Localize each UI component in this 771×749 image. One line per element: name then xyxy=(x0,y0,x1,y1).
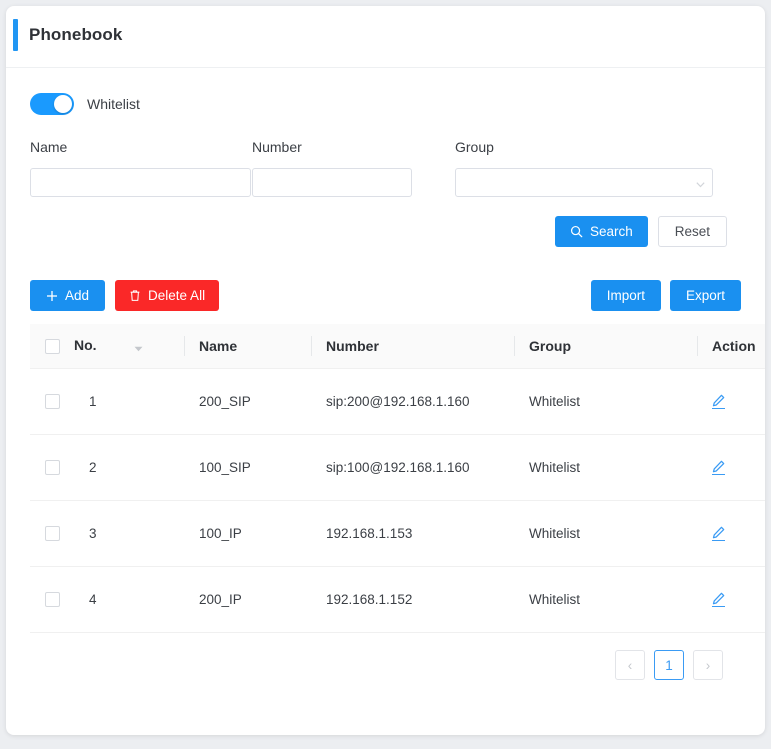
row-action-cell xyxy=(697,566,765,633)
phonebook-card: Phonebook Whitelist Name Number Group Se… xyxy=(6,6,765,735)
table-toolbar: Add Delete All Import Export xyxy=(26,280,745,311)
column-header-no[interactable]: No. xyxy=(74,324,184,369)
group-select[interactable] xyxy=(455,168,713,197)
edit-icon[interactable] xyxy=(712,394,725,409)
number-field-group: Number xyxy=(252,139,455,197)
column-header-name: Name xyxy=(184,324,311,369)
row-no: 1 xyxy=(74,368,184,435)
reset-button-label: Reset xyxy=(674,224,710,239)
row-select-cell xyxy=(30,500,74,567)
search-button-label: Search xyxy=(589,224,633,239)
export-button-label: Export xyxy=(685,288,725,303)
add-button[interactable]: Add xyxy=(30,280,106,311)
row-action-cell xyxy=(697,368,765,435)
reset-button[interactable]: Reset xyxy=(657,216,727,247)
delete-all-button[interactable]: Delete All xyxy=(115,280,220,311)
pagination-page-1[interactable]: 1 xyxy=(654,650,684,680)
card-body: Whitelist Name Number Group Search Reset… xyxy=(6,68,765,680)
pagination-prev[interactable]: ‹ xyxy=(615,650,645,680)
group-select-wrap xyxy=(455,168,713,197)
row-name: 200_SIP xyxy=(184,368,311,435)
toggle-knob xyxy=(54,95,72,113)
plus-icon xyxy=(46,290,58,302)
search-actions: Search Reset xyxy=(26,216,745,247)
search-button[interactable]: Search xyxy=(554,216,648,247)
name-input[interactable] xyxy=(30,168,251,197)
page-title: Phonebook xyxy=(29,25,123,44)
export-button[interactable]: Export xyxy=(669,280,741,311)
number-label: Number xyxy=(252,139,302,155)
column-header-no-label: No. xyxy=(74,337,97,354)
search-form: Name Number Group xyxy=(26,139,745,197)
name-label: Name xyxy=(30,139,68,155)
edit-icon[interactable] xyxy=(712,526,725,541)
row-name: 100_IP xyxy=(184,500,311,567)
name-field-group: Name xyxy=(30,139,252,197)
row-number: 192.168.1.153 xyxy=(311,500,514,567)
column-header-group: Group xyxy=(514,324,697,369)
row-name: 200_IP xyxy=(184,566,311,633)
phonebook-table: No. Name Number Group Action 1 200_SIP s… xyxy=(26,324,765,633)
accent-bar xyxy=(13,19,18,51)
column-header-action-label: Action xyxy=(712,338,756,354)
row-checkbox[interactable] xyxy=(45,460,60,475)
import-button[interactable]: Import xyxy=(590,280,661,311)
row-no: 4 xyxy=(74,566,184,633)
pagination: ‹ 1 › xyxy=(26,650,745,680)
edit-icon[interactable] xyxy=(712,460,725,475)
sort-descending-icon[interactable] xyxy=(134,339,143,355)
row-group: Whitelist xyxy=(514,500,697,567)
row-name: 100_SIP xyxy=(184,434,311,501)
select-all-header xyxy=(30,324,74,369)
toolbar-right-group: Import Export xyxy=(582,280,741,311)
whitelist-toggle-row: Whitelist xyxy=(26,68,745,115)
whitelist-toggle[interactable] xyxy=(30,93,74,115)
delete-all-button-label: Delete All xyxy=(148,288,206,303)
pagination-next[interactable]: › xyxy=(693,650,723,680)
column-header-name-label: Name xyxy=(199,338,238,354)
row-action-cell xyxy=(697,434,765,501)
column-header-group-label: Group xyxy=(529,338,571,354)
table-row[interactable]: 3 100_IP 192.168.1.153 Whitelist xyxy=(30,500,765,567)
table-row[interactable]: 4 200_IP 192.168.1.152 Whitelist xyxy=(30,566,765,633)
row-number: sip:200@192.168.1.160 xyxy=(311,368,514,435)
column-header-number-label: Number xyxy=(326,338,379,354)
row-select-cell xyxy=(30,566,74,633)
row-group: Whitelist xyxy=(514,566,697,633)
table-row[interactable]: 2 100_SIP sip:100@192.168.1.160 Whitelis… xyxy=(30,434,765,501)
column-header-action: Action xyxy=(697,324,765,369)
number-input[interactable] xyxy=(252,168,412,197)
import-button-label: Import xyxy=(606,288,645,303)
row-group: Whitelist xyxy=(514,368,697,435)
card-header: Phonebook xyxy=(6,6,765,68)
row-checkbox[interactable] xyxy=(45,526,60,541)
whitelist-toggle-label: Whitelist xyxy=(87,96,140,112)
column-header-number: Number xyxy=(311,324,514,369)
group-field-group: Group xyxy=(455,139,713,197)
table-body: 1 200_SIP sip:200@192.168.1.160 Whitelis… xyxy=(30,368,765,633)
row-action-cell xyxy=(697,500,765,567)
row-checkbox[interactable] xyxy=(45,592,60,607)
trash-icon xyxy=(129,289,141,302)
row-no: 2 xyxy=(74,434,184,501)
search-icon xyxy=(570,225,583,238)
table-header-row: No. Name Number Group Action xyxy=(30,324,765,369)
group-label: Group xyxy=(455,139,494,155)
row-number: 192.168.1.152 xyxy=(311,566,514,633)
row-select-cell xyxy=(30,434,74,501)
table-head: No. Name Number Group Action xyxy=(30,324,765,369)
select-all-checkbox[interactable] xyxy=(45,338,60,354)
row-number: sip:100@192.168.1.160 xyxy=(311,434,514,501)
row-select-cell xyxy=(30,368,74,435)
row-group: Whitelist xyxy=(514,434,697,501)
table-row[interactable]: 1 200_SIP sip:200@192.168.1.160 Whitelis… xyxy=(30,368,765,435)
add-button-label: Add xyxy=(65,288,90,303)
row-checkbox[interactable] xyxy=(45,394,60,409)
row-no: 3 xyxy=(74,500,184,567)
edit-icon[interactable] xyxy=(712,592,725,607)
